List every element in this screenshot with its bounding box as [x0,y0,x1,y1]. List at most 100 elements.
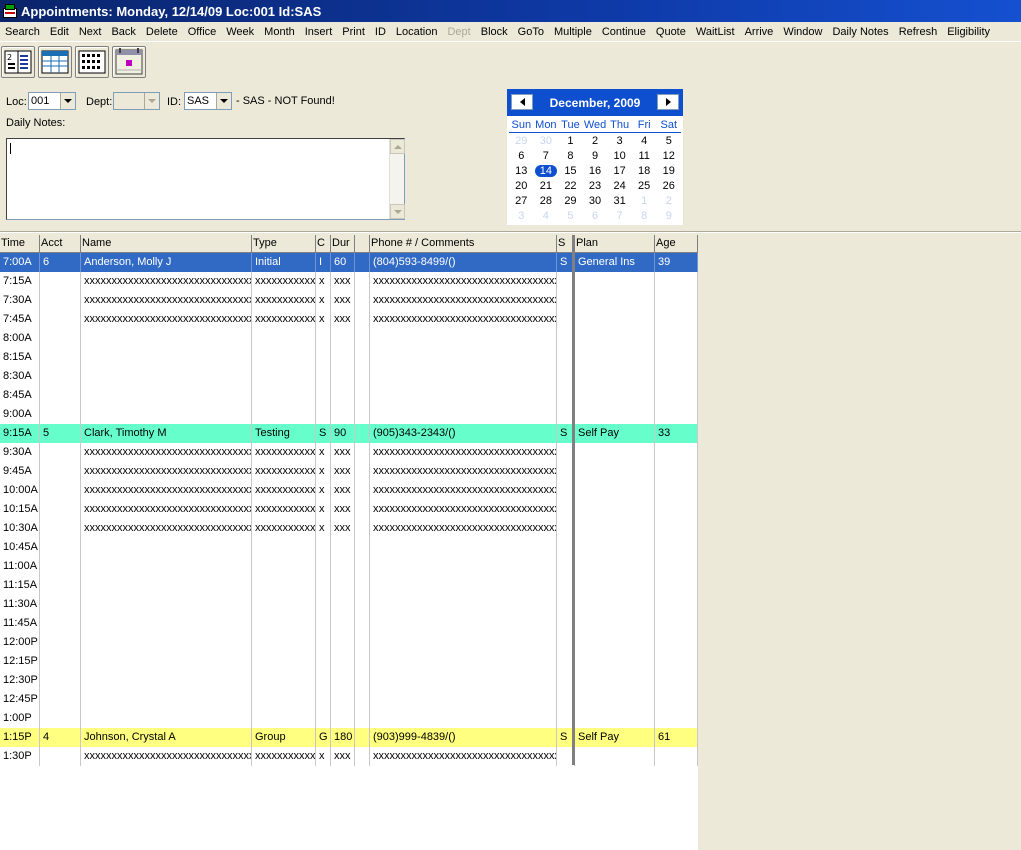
column-header-age[interactable]: Age [655,235,698,253]
menu-daily-notes[interactable]: Daily Notes [827,22,893,42]
prev-month-icon[interactable] [511,94,533,110]
calendar-day[interactable]: 4 [534,209,559,224]
week-view-icon[interactable] [38,46,72,78]
calendar-day[interactable]: 29 [509,134,534,149]
calendar-day[interactable]: 7 [534,149,559,164]
calendar-day[interactable]: 2 [656,194,681,209]
calendar-day[interactable]: 18 [632,164,657,179]
calendar-day[interactable]: 30 [583,194,608,209]
menu-refresh[interactable]: Refresh [894,22,943,42]
menu-edit[interactable]: Edit [45,22,74,42]
table-row[interactable]: 10:00A xxxxxxxxxxxxxxxxxxxxxxxxxxxxxxxx xx… [0,481,698,500]
calendar-day[interactable]: 30 [534,134,559,149]
calendar-day[interactable]: 5 [558,209,583,224]
calendar-day[interactable]: 19 [656,164,681,179]
calendar-day[interactable]: 8 [632,209,657,224]
menu-eligibility[interactable]: Eligibility [942,22,995,42]
calendar-day[interactable]: 16 [583,164,608,179]
menu-delete[interactable]: Delete [141,22,183,42]
loc-select[interactable]: 001 [28,92,76,110]
table-row[interactable]: 9:00A [0,405,698,424]
menu-search[interactable]: Search [0,22,45,42]
calendar-day[interactable]: 7 [607,209,632,224]
daily-notes-textarea[interactable] [6,138,405,220]
menu-multiple[interactable]: Multiple [549,22,597,42]
calendar-day[interactable]: 21 [534,179,559,194]
table-row[interactable]: 9:30A xxxxxxxxxxxxxxxxxxxxxxxxxxxxxxxx xxx… [0,443,698,462]
column-header-acct[interactable]: Acct [40,235,81,253]
menu-next[interactable]: Next [74,22,107,42]
menu-window[interactable]: Window [778,22,827,42]
column-header-flag[interactable] [355,235,370,253]
table-row[interactable]: 9:45A xxxxxxxxxxxxxxxxxxxxxxxxxxxxxxxx xxx… [0,462,698,481]
calendar-day[interactable]: 6 [583,209,608,224]
menu-back[interactable]: Back [106,22,140,42]
calendar-day[interactable]: 3 [509,209,534,224]
calendar-day[interactable]: 5 [656,134,681,149]
calendar-day[interactable]: 25 [632,179,657,194]
calendar-day[interactable]: 20 [509,179,534,194]
column-header-c[interactable]: C [316,235,331,253]
column-header-time[interactable]: Time [0,235,40,253]
calendar-day[interactable]: 6 [509,149,534,164]
table-row[interactable]: 10:30A xxxxxxxxxxxxxxxxxxxxxxxxxxxxxxxx xx… [0,519,698,538]
table-row[interactable]: 9:15A 5 Clark, Timothy M Testing S 90 (905)343… [0,424,698,443]
calendar-day[interactable]: 29 [558,194,583,209]
menu-waitlist[interactable]: WaitList [691,22,740,42]
calendar-day[interactable]: 27 [509,194,534,209]
table-row[interactable]: 8:15A [0,348,698,367]
chevron-down-icon[interactable] [216,93,231,109]
menu-arrive[interactable]: Arrive [740,22,779,42]
scroll-up-icon[interactable] [390,139,405,154]
menu-quote[interactable]: Quote [651,22,691,42]
calendar-day[interactable]: 13 [509,164,534,179]
day-list-icon[interactable]: 2 [1,46,35,78]
menu-week[interactable]: Week [221,22,259,42]
calendar-day[interactable]: 8 [558,149,583,164]
table-row[interactable]: 11:15A [0,576,698,595]
calendar-day[interactable]: 28 [534,194,559,209]
notes-scrollbar[interactable] [389,139,405,219]
month-grid-icon[interactable] [75,46,109,78]
table-row[interactable]: 1:30P xxxxxxxxxxxxxxxxxxxxxxxxxxxxxxxx xxx… [0,747,698,766]
menu-id[interactable]: ID [370,22,391,42]
table-row[interactable]: 7:15A xxxxxxxxxxxxxxxxxxxxxxxxxxxxxxxx xxx… [0,272,698,291]
id-select[interactable]: SAS [184,92,232,110]
column-header-plan[interactable]: Plan [575,235,655,253]
calendar-day[interactable]: 9 [583,149,608,164]
menu-block[interactable]: Block [476,22,513,42]
table-row[interactable]: 1:00P [0,709,698,728]
scroll-down-icon[interactable] [390,204,405,219]
table-row[interactable]: 10:45A [0,538,698,557]
calendar-day[interactable]: 2 [583,134,608,149]
table-row[interactable]: 8:00A [0,329,698,348]
calendar-day[interactable]: 23 [583,179,608,194]
menu-goto[interactable]: GoTo [513,22,549,42]
calendar-day[interactable]: 15 [558,164,583,179]
calendar-day[interactable]: 1 [558,134,583,149]
calendar-day[interactable]: 4 [632,134,657,149]
menu-office[interactable]: Office [183,22,222,42]
calendar-icon[interactable] [112,46,146,78]
calendar-day[interactable]: 1 [632,194,657,209]
calendar-day-selected[interactable]: 14 [534,164,559,179]
column-header-dur[interactable]: Dur [331,235,355,253]
menu-print[interactable]: Print [337,22,370,42]
calendar-day[interactable]: 9 [656,209,681,224]
calendar-day[interactable]: 22 [558,179,583,194]
calendar-day[interactable]: 11 [632,149,657,164]
table-row[interactable]: 10:15A xxxxxxxxxxxxxxxxxxxxxxxxxxxxxxxx xx… [0,500,698,519]
calendar-day[interactable]: 24 [607,179,632,194]
menu-continue[interactable]: Continue [597,22,651,42]
calendar-day[interactable]: 10 [607,149,632,164]
next-month-icon[interactable] [657,94,679,110]
app-icon[interactable] [2,3,18,19]
calendar-day[interactable]: 17 [607,164,632,179]
calendar-day[interactable]: 31 [607,194,632,209]
table-row[interactable]: 7:00A 6 Anderson, Molly J Initial I 60 (804)59… [0,253,698,272]
table-row[interactable]: 12:00P [0,633,698,652]
column-header-phone-comments[interactable]: Phone # / Comments [370,235,557,253]
table-row[interactable]: 12:30P [0,671,698,690]
table-row[interactable]: 1:15P 4 Johnson, Crystal A Group G 180 (903)99… [0,728,698,747]
table-row[interactable]: 12:15P [0,652,698,671]
